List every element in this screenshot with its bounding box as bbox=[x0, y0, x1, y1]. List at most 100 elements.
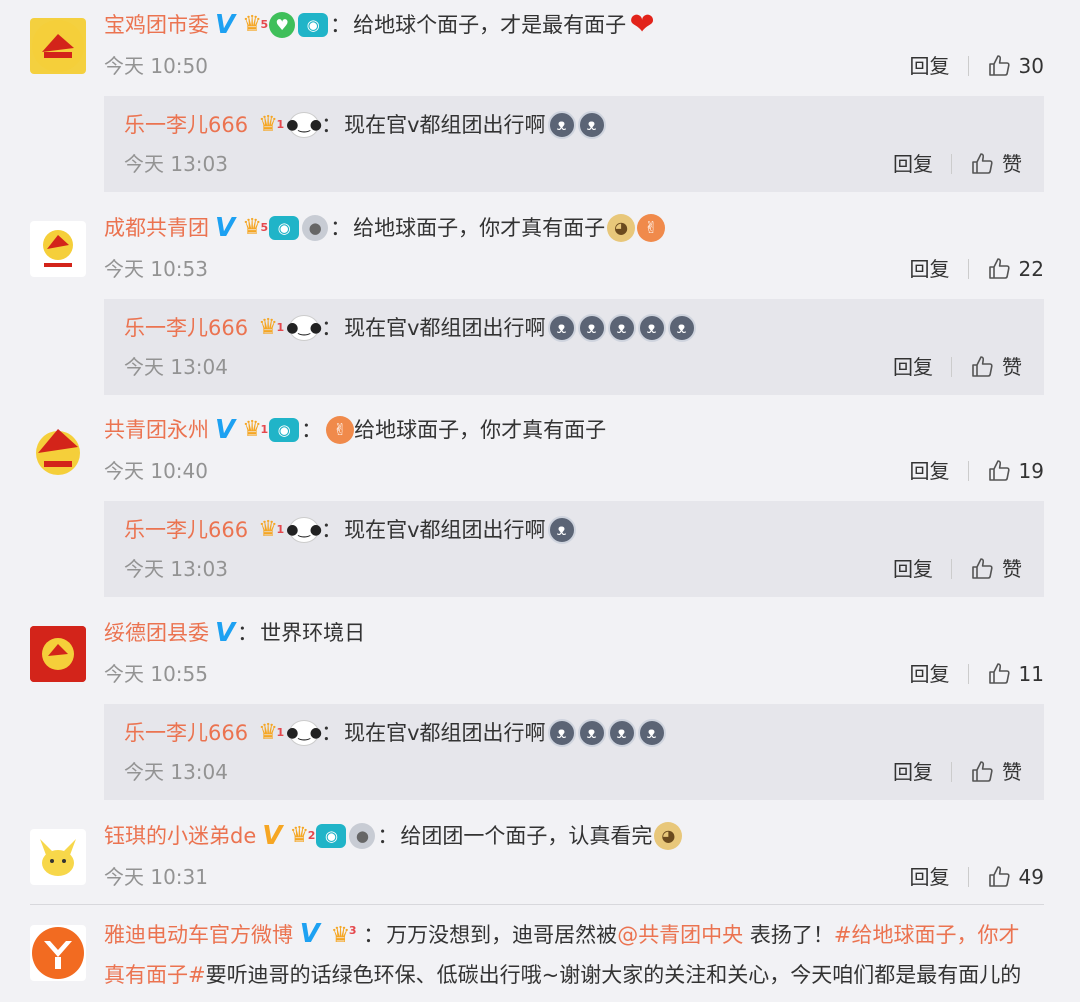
comment-text: 给团团一个面子，认真看完 bbox=[400, 824, 653, 848]
avatar[interactable] bbox=[30, 18, 86, 74]
comment-text: 现在官v都组团出行啊 bbox=[344, 316, 546, 340]
reply-button[interactable]: 回复 bbox=[910, 457, 950, 485]
medal-icon: ● bbox=[302, 215, 329, 241]
verified-v-icon: V bbox=[215, 618, 236, 648]
youth-league-emblem-icon bbox=[30, 626, 86, 682]
sub-comment: 乐一李儿666 ♛ 1 ●‿● ： 现在官v都组团出行啊 ᴥ ᴥ ᴥ ᴥ ᴥ 今天… bbox=[104, 299, 1044, 395]
husky-emoji: ᴥ bbox=[577, 111, 606, 139]
doge-emoji: ◕ bbox=[654, 822, 683, 850]
youth-league-emblem-icon bbox=[43, 230, 73, 267]
hands-emoji: ✌ bbox=[637, 214, 666, 242]
camera-icon: ◉ bbox=[269, 216, 300, 240]
topic-link[interactable]: 真有面子# bbox=[104, 963, 206, 987]
timestamp: 今天 13:03 bbox=[124, 152, 228, 176]
avatar[interactable] bbox=[30, 626, 86, 682]
reply-button[interactable]: 回复 bbox=[910, 255, 950, 283]
divider bbox=[967, 56, 969, 76]
divider bbox=[951, 154, 952, 174]
comment-item: 绥德团县委 V ： 世界环境日 今天 10:55 回复 11 乐一李儿666 ♛… bbox=[0, 608, 1080, 808]
doge-emoji: ◕ bbox=[607, 214, 636, 242]
sub-comment: 乐一李儿666 ♛ 1 ●‿● ： 现在官v都组团出行啊 ᴥ 今天 13:03 回… bbox=[104, 501, 1044, 597]
mention-link[interactable]: @共青团中央 bbox=[617, 923, 743, 947]
username[interactable]: 共青团永州 bbox=[104, 415, 209, 445]
husky-emoji: ᴥ bbox=[577, 314, 606, 342]
panda-icon: ●‿● bbox=[286, 315, 322, 341]
username[interactable]: 绥德团县委 bbox=[104, 618, 209, 648]
reply-button[interactable]: 回复 bbox=[893, 758, 933, 786]
thumb-up-icon bbox=[970, 152, 994, 176]
comment-body: 雅迪电动车官方微博 V ♛ 3 ：万万没想到，迪哥居然被@共青团中央 表扬了！#给… bbox=[104, 919, 1022, 987]
like-button[interactable]: 赞 bbox=[970, 758, 1022, 786]
divider bbox=[967, 259, 969, 279]
like-button[interactable]: 19 bbox=[987, 457, 1044, 485]
panda-icon: ●‿● bbox=[286, 112, 322, 138]
username[interactable]: 雅迪电动车官方微博 bbox=[104, 923, 293, 947]
camera-icon: ◉ bbox=[316, 824, 347, 848]
panda-icon: ●‿● bbox=[286, 720, 322, 746]
comment-meta: 今天 10:55 回复 11 bbox=[104, 660, 1044, 688]
avatar[interactable] bbox=[30, 221, 86, 277]
divider bbox=[951, 357, 952, 377]
husky-emoji: ᴥ bbox=[607, 719, 636, 747]
timestamp: 今天 10:40 bbox=[104, 459, 208, 483]
thumb-up-icon bbox=[987, 459, 1011, 483]
reply-button[interactable]: 回复 bbox=[893, 353, 933, 381]
crown-icon: ♛ 5 bbox=[242, 215, 269, 240]
like-count: 22 bbox=[1018, 257, 1044, 281]
comment-header: 钰琪的小迷弟de V ♛ 2 ◉ ● ： 给团团一个面子，认真看完 ◕ bbox=[104, 821, 1050, 851]
reply-button[interactable]: 回复 bbox=[893, 150, 933, 178]
pikachu-avatar-icon bbox=[40, 839, 76, 876]
username[interactable]: 乐一李儿666 bbox=[124, 313, 248, 343]
like-button[interactable]: 赞 bbox=[970, 150, 1022, 178]
timestamp: 今天 13:03 bbox=[124, 557, 228, 581]
username[interactable]: 乐一李儿666 bbox=[124, 110, 248, 140]
thumb-up-icon bbox=[970, 760, 994, 784]
comment-item: 钰琪的小迷弟de V ♛ 2 ◉ ● ： 给团团一个面子，认真看完 ◕ 今天 10… bbox=[0, 811, 1080, 901]
comment-header: 成都共青团 V ♛ 5 ◉ ● ： 给地球面子，你才真有面子 ◕ ✌ bbox=[104, 213, 1050, 243]
like-button[interactable]: 赞 bbox=[970, 353, 1022, 381]
like-button[interactable]: 11 bbox=[987, 660, 1044, 688]
reply-button[interactable]: 回复 bbox=[910, 660, 950, 688]
comment-text: 世界环境日 bbox=[260, 621, 366, 645]
comment-text: 现在官v都组团出行啊 bbox=[344, 721, 546, 745]
like-label: 赞 bbox=[1002, 760, 1022, 784]
verified-v-icon: V bbox=[299, 919, 320, 949]
username[interactable]: 宝鸡团市委 bbox=[104, 10, 209, 40]
crown-icon: ♛ 2 bbox=[289, 823, 316, 848]
avatar[interactable] bbox=[30, 925, 86, 981]
divider bbox=[951, 559, 952, 579]
username[interactable]: 钰琪的小迷弟de bbox=[104, 821, 256, 851]
like-count: 19 bbox=[1018, 459, 1044, 483]
heart-emoji: ❤ bbox=[629, 7, 655, 42]
husky-emoji: ᴥ bbox=[667, 314, 696, 342]
divider bbox=[951, 762, 952, 782]
reply-button[interactable]: 回复 bbox=[910, 863, 950, 891]
comment-header: 共青团永州 V ♛ 1 ◉ ： ✌ 给地球面子，你才真有面子 bbox=[104, 415, 607, 445]
husky-emoji: ᴥ bbox=[637, 314, 666, 342]
avatar[interactable] bbox=[30, 423, 86, 479]
like-count: 49 bbox=[1018, 865, 1044, 889]
like-button[interactable]: 赞 bbox=[970, 555, 1022, 583]
reply-button[interactable]: 回复 bbox=[910, 52, 950, 80]
husky-emoji: ᴥ bbox=[547, 314, 576, 342]
comment-text: 现在官v都组团出行啊 bbox=[344, 518, 546, 542]
username[interactable]: 乐一李儿666 bbox=[124, 718, 248, 748]
like-button[interactable]: 49 bbox=[987, 863, 1044, 891]
like-count: 11 bbox=[1018, 662, 1044, 686]
divider bbox=[967, 461, 969, 481]
comment-text: 给地球面子，你才真有面子 bbox=[353, 216, 606, 240]
comment-meta: 今天 10:50 回复 30 bbox=[104, 52, 1044, 80]
like-button[interactable]: 30 bbox=[987, 52, 1044, 80]
reply-button[interactable]: 回复 bbox=[893, 555, 933, 583]
like-button[interactable]: 22 bbox=[987, 255, 1044, 283]
thumb-up-icon bbox=[987, 54, 1011, 78]
comment-text: 要听迪哥的话绿色环保、低碳出行哦~谢谢大家的关注和关心，今天咱们都是最有面儿的 bbox=[205, 963, 1022, 987]
timestamp: 今天 10:31 bbox=[104, 865, 208, 889]
topic-link[interactable]: #给地球面子，你才 bbox=[834, 923, 1020, 947]
divider bbox=[967, 867, 969, 887]
thumb-up-icon bbox=[970, 355, 994, 379]
username[interactable]: 成都共青团 bbox=[104, 213, 209, 243]
username[interactable]: 乐一李儿666 bbox=[124, 515, 248, 545]
sub-comment: 乐一李儿666 ♛ 1 ●‿● ： 现在官v都组团出行啊 ᴥ ᴥ ᴥ ᴥ 今天 1… bbox=[104, 704, 1044, 800]
avatar[interactable] bbox=[30, 829, 86, 885]
